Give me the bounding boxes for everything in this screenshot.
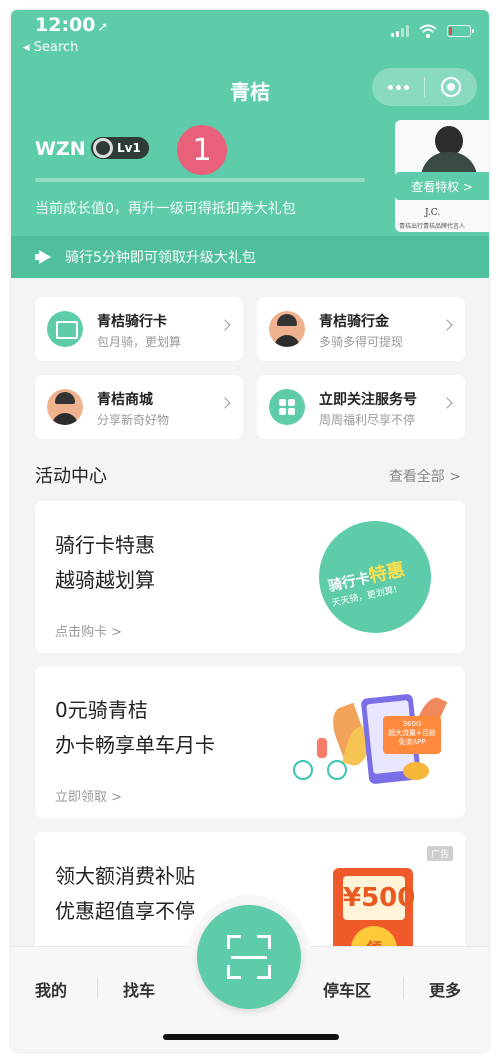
avatar-icon <box>269 311 305 347</box>
activity-center-title: 活动中心 <box>35 466 107 487</box>
status-time: 12:00 ➚ <box>35 14 109 36</box>
chevron-right-icon <box>441 397 453 409</box>
status-indicators <box>391 24 474 38</box>
header: 12:00 ➚ ◂ Search 青桔 WZN Lv1 1 当前成长值0，再升一… <box>11 10 489 278</box>
endorser-caption: 青桔出行青桔品牌代言人 <box>399 223 466 230</box>
quick-card-title: 青桔骑行卡 <box>97 314 167 330</box>
bottom-tab-bar: 我的 找车 停车区 更多 <box>11 895 489 1052</box>
card-icon <box>47 311 83 347</box>
quick-card-subtitle: 包月骑，更划算 <box>97 335 182 349</box>
cellular-signal-icon <box>391 25 409 37</box>
level-ring-icon <box>93 138 113 158</box>
tab-more[interactable]: 更多 <box>429 977 461 1001</box>
chevron-right-icon <box>219 397 231 409</box>
avatar-icon <box>47 389 83 425</box>
annotation-bubble: 1 <box>177 125 227 175</box>
location-arrow-icon: ➚ <box>97 20 109 35</box>
quick-card-mall[interactable]: 青桔商城 分享新奇好物 <box>35 375 243 439</box>
coins-illustration <box>403 762 429 780</box>
buy-card-link[interactable]: 点击购卡 > <box>55 621 122 640</box>
quick-card-subtitle: 多骑多得可提现 <box>319 335 404 349</box>
promo-subheadline: 优惠超值享不停 <box>55 899 195 923</box>
wifi-icon <box>419 24 437 38</box>
view-all-link[interactable]: 查看全部 > <box>389 466 461 486</box>
user-name: WZN <box>35 138 86 160</box>
endorser-signature: J.C. <box>425 208 441 218</box>
scan-button[interactable] <box>197 905 301 1009</box>
grid-icon <box>269 389 305 425</box>
tab-mine[interactable]: 我的 <box>35 977 67 1001</box>
quick-card-title: 立即关注服务号 <box>319 392 417 408</box>
promo-card-riding-discount[interactable]: 骑行卡特惠 越骑越划算 点击购卡 > 骑行卡特惠 天天骑，更划算! <box>35 501 465 653</box>
level-label: Lv1 <box>117 141 141 155</box>
phone-screen: 12:00 ➚ ◂ Search 青桔 WZN Lv1 1 当前成长值0，再升一… <box>11 10 489 1052</box>
tab-parking-area[interactable]: 停车区 <box>323 977 371 1001</box>
growth-progress-bar <box>35 178 365 182</box>
close-mini-program-button[interactable] <box>425 68 477 106</box>
home-indicator <box>163 1034 339 1040</box>
notice-text: 骑行5分钟即可领取升级大礼包 <box>65 250 256 266</box>
promo-headline: 骑行卡特惠 <box>55 533 155 557</box>
target-icon <box>441 77 461 97</box>
mini-program-capsule <box>372 68 477 106</box>
quick-card-follow-service[interactable]: 立即关注服务号 周周福利尽享不停 <box>257 375 465 439</box>
discount-badge-graphic: 骑行卡特惠 天天骑，更划算! <box>319 521 431 633</box>
battery-icon <box>447 25 474 37</box>
back-to-search-link[interactable]: ◂ Search <box>23 40 78 55</box>
ad-tag: 广告 <box>426 846 453 861</box>
amount-label: ¥500 <box>343 876 415 920</box>
more-button[interactable] <box>372 68 424 106</box>
promo-subheadline: 越骑越划算 <box>55 568 155 592</box>
quick-card-riding-card[interactable]: 青桔骑行卡 包月骑，更划算 <box>35 297 243 361</box>
tab-find-bike[interactable]: 找车 <box>123 977 155 1001</box>
quick-card-title: 青桔商城 <box>97 392 153 408</box>
megaphone-icon <box>35 250 53 264</box>
notice-banner[interactable]: 骑行5分钟即可领取升级大礼包 <box>11 236 489 278</box>
chevron-right-icon <box>441 319 453 331</box>
endorser-card[interactable]: 查看特权 > J.C. 青桔出行青桔品牌代言人 <box>395 120 489 232</box>
data-plan-ticket: 360G 超大流量+百款 免流APP <box>383 716 441 754</box>
chevron-right-icon <box>219 319 231 331</box>
promo-card-free-ride[interactable]: 0元骑青桔 办卡畅享单车月卡 立即领取 > 360G 超大流量+百款 免流APP <box>35 666 465 818</box>
scan-button-frame <box>187 895 311 1019</box>
growth-description: 当前成长值0，再升一级可得抵扣券大礼包 <box>35 201 296 217</box>
promo-headline: 0元骑青桔 <box>55 698 148 722</box>
claim-now-link[interactable]: 立即领取 > <box>55 786 122 805</box>
quick-card-title: 青桔骑行金 <box>319 314 389 330</box>
bicycle-illustration <box>293 738 349 780</box>
promo-subheadline: 办卡畅享单车月卡 <box>55 733 215 757</box>
more-dots-icon <box>387 84 409 90</box>
quick-card-riding-gold[interactable]: 青桔骑行金 多骑多得可提现 <box>257 297 465 361</box>
quick-card-subtitle: 周周福利尽享不停 <box>319 413 416 427</box>
promo-headline: 领大额消费补贴 <box>55 864 195 888</box>
level-badge[interactable]: Lv1 <box>91 137 149 159</box>
view-perks-button[interactable]: 查看特权 > <box>395 172 489 200</box>
quick-card-subtitle: 分享新奇好物 <box>97 413 170 427</box>
